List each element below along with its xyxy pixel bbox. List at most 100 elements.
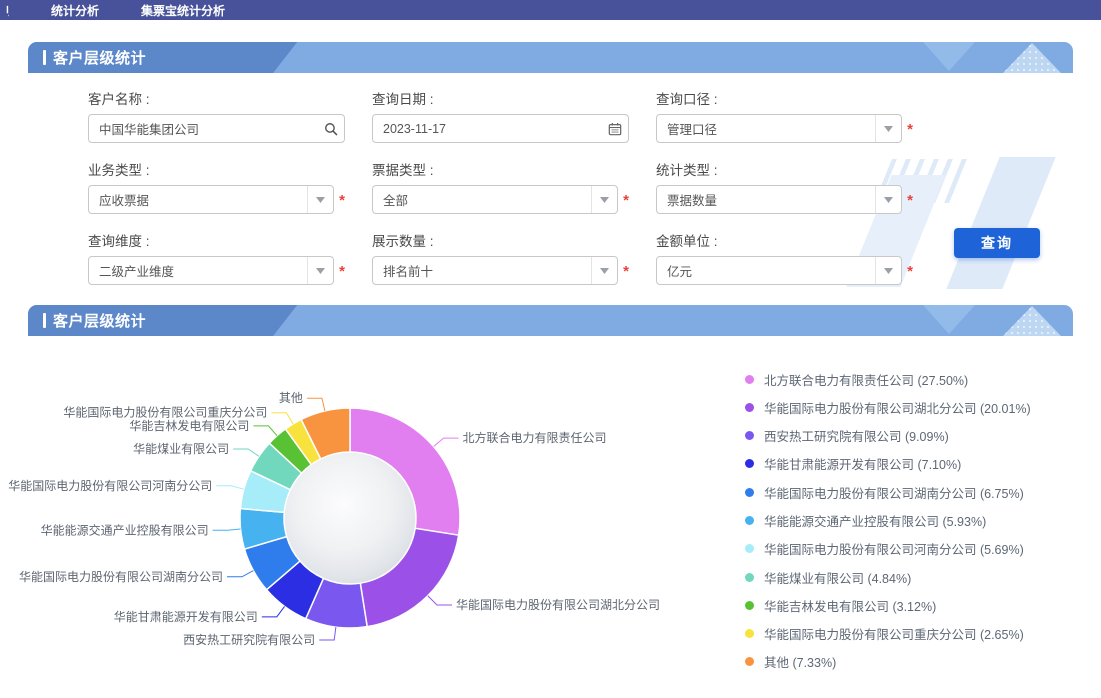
legend-item[interactable]: 华能能源交通产业控股有限公司 (5.93%) (745, 514, 1031, 526)
field-customer-name: 客户名称 :中国华能集团公司 (88, 88, 345, 143)
title-bar-icon (43, 50, 46, 65)
query-date-value: 2023-11-17 (373, 122, 602, 136)
donut-chart-svg: 北方联合电力有限责任公司华能国际电力股份有限公司湖北分公司西安热工研究院有限公司… (0, 356, 740, 698)
legend-dot-icon (745, 431, 754, 440)
legend-item[interactable]: 华能煤业有限公司 (4.84%) (745, 571, 1031, 583)
legend-item[interactable]: 西安热工研究院有限公司 (9.09%) (745, 430, 1031, 442)
chevron-down-icon[interactable] (307, 186, 333, 213)
chevron-down-icon[interactable] (875, 115, 901, 142)
query-dimension-label: 查询维度 : (88, 230, 345, 250)
chevron-down-icon[interactable] (875, 257, 901, 284)
calendar-icon[interactable] (602, 115, 628, 142)
customer-name-input[interactable]: 中国华能集团公司 (88, 114, 345, 143)
display-count-value: 排名前十 (373, 261, 591, 280)
header-triangle-decor (923, 305, 975, 334)
query-dimension-input[interactable]: 二级产业维度 (88, 256, 334, 285)
filter-form: 客户名称 :中国华能集团公司 查询日期 : 2023-11-17 查询口径 : 管理口径… (28, 73, 1073, 299)
legend-item[interactable]: 其他 (7.33%) (745, 656, 1031, 668)
statistics-type-value: 票据数量 (657, 190, 875, 209)
tab-statistics-analysis[interactable]: 统计分析 (51, 2, 99, 19)
legend-item[interactable]: 华能国际电力股份有限公司河南分公司 (5.69%) (745, 543, 1031, 555)
chart-legend: 北方联合电力有限责任公司 (27.50%) 华能国际电力股份有限公司湖北分公司 (… (745, 373, 1031, 684)
legend-dot-icon (745, 629, 754, 638)
legend-dot-icon (745, 403, 754, 412)
callout-line (434, 438, 459, 446)
legend-dot-icon (745, 544, 754, 553)
query-dimension-value: 二级产业维度 (89, 261, 307, 280)
clipped-nav-item[interactable]: 刂 (1, 2, 9, 19)
callout-line (319, 627, 336, 640)
legend-label: 华能国际电力股份有限公司湖南分公司 (6.75%) (764, 483, 1024, 502)
legend-label: 北方联合电力有限责任公司 (27.50%) (764, 370, 968, 389)
legend-dot-icon (745, 601, 754, 610)
display-count-input[interactable]: 排名前十 (372, 256, 618, 285)
legend-item[interactable]: 华能国际电力股份有限公司湖北分公司 (20.01%) (745, 401, 1031, 413)
legend-label: 华能能源交通产业控股有限公司 (5.93%) (764, 511, 986, 530)
search-icon[interactable] (318, 115, 344, 142)
legend-dot-icon (745, 375, 754, 384)
field-business-type: 业务类型 :应收票据* (88, 159, 345, 214)
callout-line (213, 529, 241, 530)
slice-label: 华能能源交通产业控股有限公司 (41, 522, 209, 537)
query-date-label: 查询日期 : (372, 88, 629, 108)
query-caliber-input[interactable]: 管理口径 (656, 114, 902, 143)
legend-dot-icon (745, 516, 754, 525)
required-asterisk: * (623, 263, 629, 280)
chevron-down-icon[interactable] (307, 257, 333, 284)
chevron-down-icon[interactable] (875, 186, 901, 213)
header-dotted-triangle-decor (1003, 306, 1061, 336)
bill-type-input[interactable]: 全部 (372, 185, 618, 214)
required-asterisk: * (623, 192, 629, 209)
display-count-label: 展示数量 : (372, 230, 629, 250)
required-asterisk: * (907, 192, 913, 209)
chart-area: 北方联合电力有限责任公司华能国际电力股份有限公司湖北分公司西安热工研究院有限公司… (0, 336, 1101, 698)
statistics-type-label: 统计类型 : (656, 159, 913, 179)
field-query-date: 查询日期 : 2023-11-17 (372, 88, 629, 143)
legend-item[interactable]: 华能国际电力股份有限公司湖南分公司 (6.75%) (745, 486, 1031, 498)
filter-section-header: 客户层级统计 (28, 42, 1073, 73)
callout-line (428, 596, 452, 605)
legend-label: 华能国际电力股份有限公司河南分公司 (5.69%) (764, 539, 1024, 558)
chevron-down-icon[interactable] (591, 257, 617, 284)
legend-item[interactable]: 华能吉林发电有限公司 (3.12%) (745, 599, 1031, 611)
query-date-input[interactable]: 2023-11-17 (372, 114, 629, 143)
required-asterisk: * (339, 192, 345, 209)
slice-label: 华能吉林发电有限公司 (129, 418, 249, 433)
legend-label: 华能甘肃能源开发有限公司 (7.10%) (764, 454, 961, 473)
legend-dot-icon (745, 657, 754, 666)
legend-item[interactable]: 华能甘肃能源开发有限公司 (7.10%) (745, 458, 1031, 470)
slice-label: 华能国际电力股份有限公司河南分公司 (8, 478, 212, 493)
bill-type-label: 票据类型 : (372, 159, 629, 179)
chart-section-title: 客户层级统计 (43, 305, 146, 336)
callout-line (262, 606, 285, 616)
legend-dot-icon (745, 488, 754, 497)
query-button[interactable]: 查询 (954, 228, 1040, 258)
slice-label: 华能国际电力股份有限公司湖北分公司 (456, 597, 660, 612)
amount-unit-input[interactable]: 亿元 (656, 256, 902, 285)
title-bar-icon (43, 313, 46, 328)
legend-item[interactable]: 北方联合电力有限责任公司 (27.50%) (745, 373, 1031, 385)
amount-unit-value: 亿元 (657, 261, 875, 280)
legend-label: 其他 (7.33%) (764, 652, 836, 671)
slice-label: 华能煤业有限公司 (133, 442, 229, 456)
query-caliber-label: 查询口径 : (656, 88, 913, 108)
filter-section-title: 客户层级统计 (43, 42, 146, 73)
slice-label: 西安热工研究院有限公司 (183, 632, 315, 647)
legend-item[interactable]: 华能国际电力股份有限公司重庆分公司 (2.65%) (745, 628, 1031, 640)
slice-label: 其他 (279, 391, 303, 405)
legend-label: 华能煤业有限公司 (4.84%) (764, 568, 911, 587)
business-type-input[interactable]: 应收票据 (88, 185, 334, 214)
statistics-type-input[interactable]: 票据数量 (656, 185, 902, 214)
required-asterisk: * (907, 263, 913, 280)
chevron-down-icon[interactable] (591, 186, 617, 213)
field-amount-unit: 金额单位 :亿元* (656, 230, 913, 285)
slice-label: 华能国际电力股份有限公司重庆分公司 (63, 406, 267, 420)
tab-jipiaobao-statistics[interactable]: 集票宝统计分析 (141, 2, 225, 19)
query-caliber-value: 管理口径 (657, 119, 875, 138)
required-asterisk: * (339, 263, 345, 280)
header-triangle-decor (923, 42, 975, 71)
legend-dot-icon (745, 459, 754, 468)
callout-line (216, 486, 244, 489)
field-statistics-type: 统计类型 : 票据数量 * (656, 159, 913, 214)
bill-type-value: 全部 (373, 190, 591, 209)
